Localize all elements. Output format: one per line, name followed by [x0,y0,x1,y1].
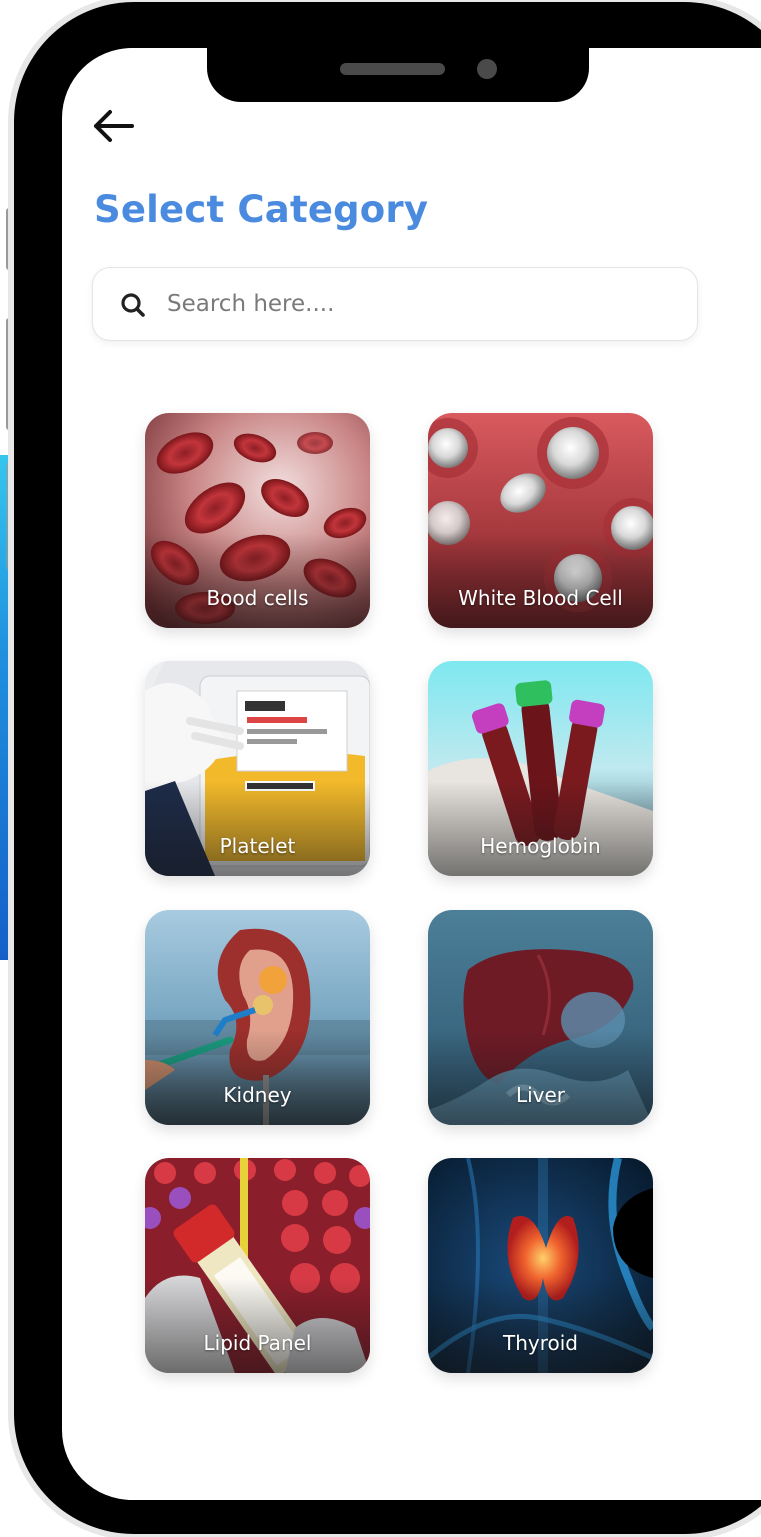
card-overlay [428,1278,653,1373]
category-card-thyroid[interactable]: Thyroid [428,1158,653,1373]
card-overlay [145,533,370,628]
search-icon [121,293,145,317]
category-label: Kidney [223,1083,292,1107]
search-box[interactable] [92,267,698,341]
category-card-lipid-panel[interactable]: Lipid Panel [145,1158,370,1373]
page: Select Category Search here.... Bood cel… [0,0,761,1537]
arrow-left-icon [94,110,134,142]
category-label: White Blood Cell [458,586,623,610]
card-overlay [145,1278,370,1373]
page-title: Select Category [94,188,429,231]
speaker-grille [340,63,445,75]
category-card-kidney[interactable]: Kidney [145,910,370,1125]
category-label: Lipid Panel [203,1331,312,1355]
card-overlay [428,1030,653,1125]
category-card-white-blood-cell[interactable]: White Blood Cell [428,413,653,628]
card-overlay [428,781,653,876]
category-label: Platelet [219,834,296,858]
category-card-blood-cells[interactable]: Bood cells [145,413,370,628]
category-label: Thyroid [503,1331,578,1355]
category-label: Hemoglobin [480,834,601,858]
front-camera [477,59,497,79]
category-label: Liver [515,1083,566,1107]
category-label: Bood cells [206,586,309,610]
card-overlay [428,533,653,628]
search-input[interactable] [167,284,667,324]
app-screen: Select Category Search here.... Bood cel… [62,48,761,1500]
card-overlay [145,1030,370,1125]
category-card-platelet[interactable]: Platelet [145,661,370,876]
back-button[interactable] [88,104,138,148]
card-overlay [145,781,370,876]
category-card-liver[interactable]: Liver [428,910,653,1125]
category-card-hemoglobin[interactable]: Hemoglobin [428,661,653,876]
